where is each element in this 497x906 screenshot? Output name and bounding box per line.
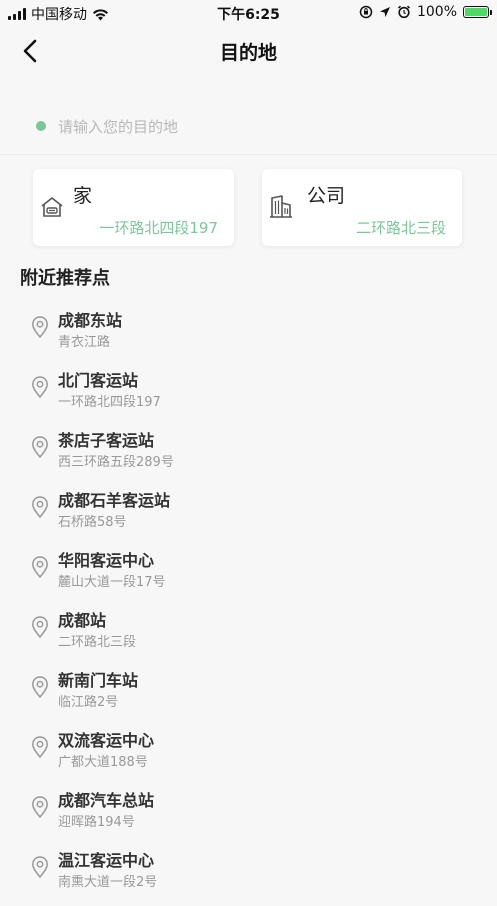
location-pin-icon: [32, 796, 48, 818]
nearby-list: 成都东站 青衣江路 北门客运站 一环路北四段197 茶店子客运站 西三环路五段2…: [0, 306, 497, 906]
status-right: 100%: [359, 4, 492, 20]
rotation-lock-icon: [359, 5, 373, 19]
location-pin-icon: [32, 556, 48, 578]
place-name: 成都石羊客运站: [58, 491, 171, 510]
location-pin-icon: [32, 376, 48, 398]
place-address: 二环路北三段: [58, 635, 137, 650]
place-address: 迎晖路194号: [58, 815, 135, 830]
list-item[interactable]: 新南门车站 临江路2号: [0, 666, 497, 726]
place-address: 青衣江路: [58, 335, 111, 350]
list-item[interactable]: 温江客运中心 南熏大道一段2号: [0, 846, 497, 906]
location-pin-icon: [32, 676, 48, 698]
place-name: 华阳客运中心: [58, 551, 155, 570]
home-shortcut-card[interactable]: 家 一环路北四段197: [33, 169, 234, 246]
list-item[interactable]: 成都站 二环路北三段: [0, 606, 497, 666]
place-address: 石桥路58号: [58, 515, 127, 530]
home-icon: [41, 197, 63, 217]
place-address: 西三环路五段289号: [58, 455, 174, 470]
place-name: 温江客运中心: [58, 851, 155, 870]
battery-icon: [463, 6, 492, 18]
location-pin-icon: [32, 436, 48, 458]
nearby-section-title: 附近推荐点: [20, 268, 110, 289]
list-item[interactable]: 成都东站 青衣江路: [0, 306, 497, 366]
work-title: 公司: [307, 185, 346, 207]
list-item[interactable]: 茶店子客运站 西三环路五段289号: [0, 426, 497, 486]
alarm-icon: [397, 5, 411, 19]
destination-search: [0, 100, 497, 155]
place-name: 茶店子客运站: [58, 431, 155, 450]
place-name: 成都站: [58, 611, 107, 630]
home-title: 家: [73, 185, 93, 207]
home-address: 一环路北四段197: [99, 219, 218, 237]
battery-percent: 100%: [416, 4, 457, 20]
place-address: 麓山大道一段17号: [58, 575, 166, 590]
status-bar: 中国移动 下午6:25 100%: [0, 0, 497, 26]
location-pin-icon: [32, 856, 48, 878]
list-item[interactable]: 华阳客运中心 麓山大道一段17号: [0, 546, 497, 606]
location-arrow-icon: [379, 7, 390, 17]
destination-input[interactable]: [56, 112, 460, 142]
location-pin-icon: [32, 496, 48, 518]
list-item[interactable]: 成都汽车总站 迎晖路194号: [0, 786, 497, 846]
page-title: 目的地: [219, 42, 277, 64]
place-address: 一环路北四段197: [58, 395, 161, 410]
office-building-icon: [270, 195, 292, 218]
list-item[interactable]: 北门客运站 一环路北四段197: [0, 366, 497, 426]
list-item[interactable]: 双流客运中心 广都大道188号: [0, 726, 497, 786]
place-name: 新南门车站: [58, 671, 139, 690]
place-address: 临江路2号: [58, 695, 119, 710]
place-name: 北门客运站: [58, 371, 139, 390]
navigation-bar: 目的地: [0, 26, 497, 76]
place-address: 南熏大道一段2号: [58, 875, 158, 890]
list-item[interactable]: 成都石羊客运站 石桥路58号: [0, 486, 497, 546]
location-pin-icon: [32, 616, 48, 638]
place-name: 成都汽车总站: [58, 791, 155, 810]
place-name: 成都东站: [58, 311, 123, 330]
place-address: 广都大道188号: [58, 755, 148, 770]
work-shortcut-card[interactable]: 公司 二环路北三段: [262, 169, 462, 246]
destination-dot-icon: [36, 121, 46, 131]
work-address: 二环路北三段: [355, 219, 446, 237]
location-pin-icon: [32, 736, 48, 758]
place-name: 双流客运中心: [58, 731, 155, 750]
location-pin-icon: [32, 316, 48, 338]
